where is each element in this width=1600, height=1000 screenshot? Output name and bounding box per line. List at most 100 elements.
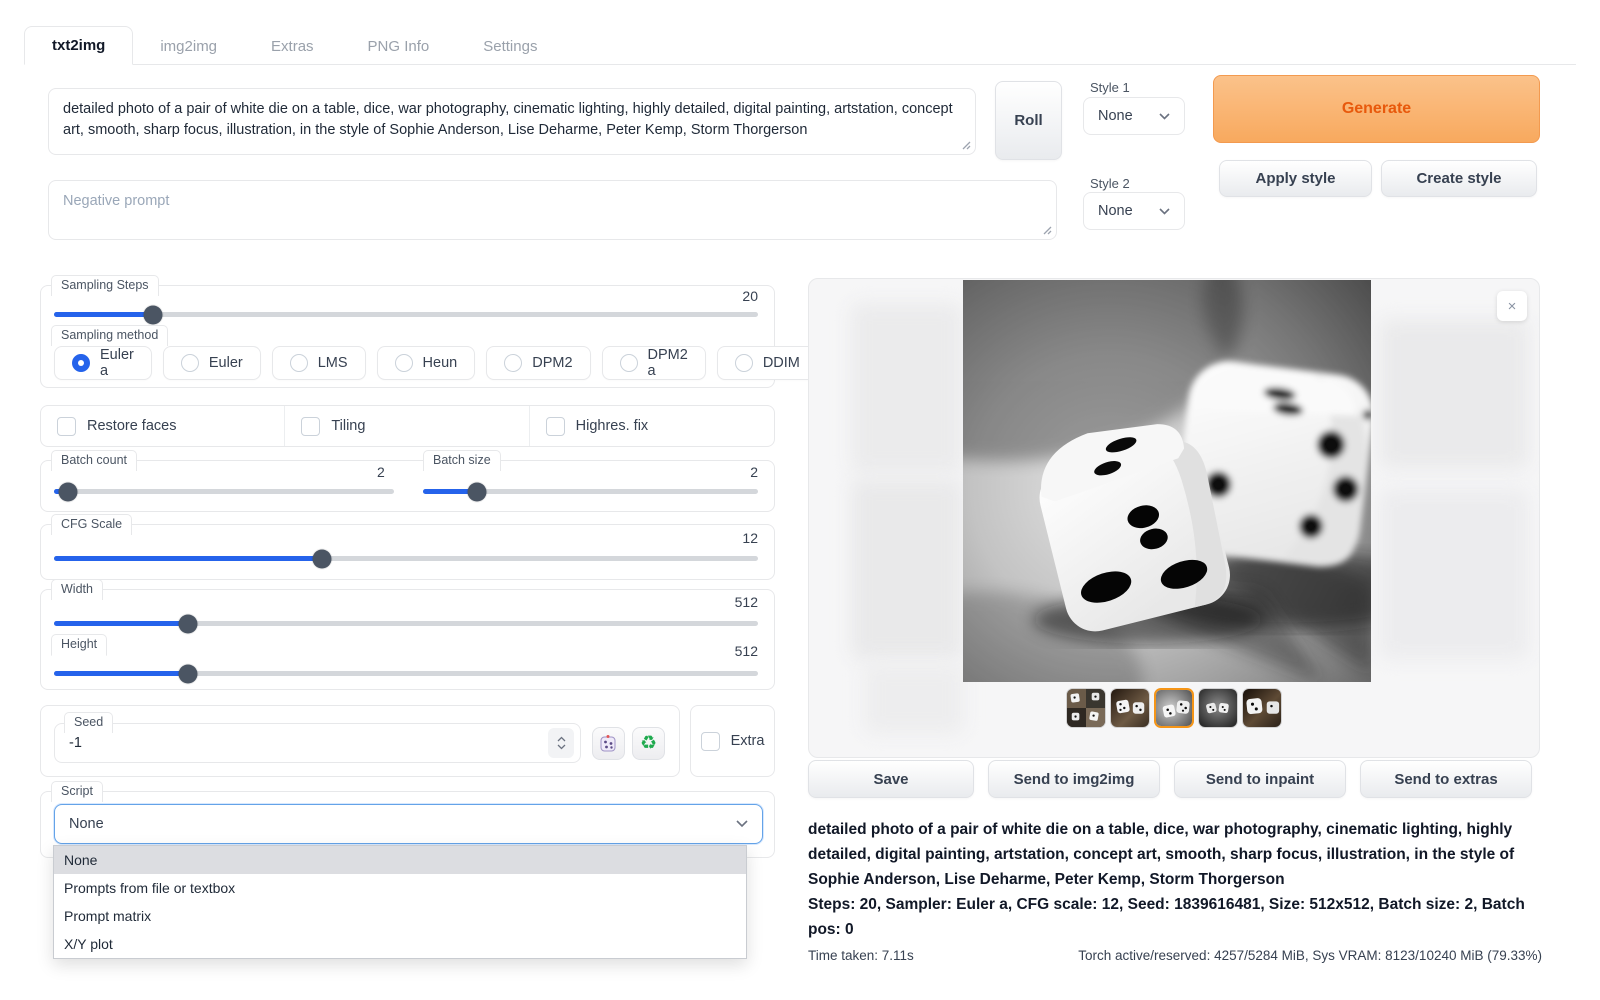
tab-txt2img[interactable]: txt2img [24, 26, 133, 65]
checkbox[interactable] [701, 732, 720, 751]
tab-png-info[interactable]: PNG Info [341, 28, 457, 65]
thumbnail-1[interactable] [1066, 688, 1106, 728]
blurred-thumbnail [851, 479, 963, 659]
radio-lms[interactable]: LMS [272, 346, 366, 380]
send-to-img2img-button[interactable]: Send to img2img [988, 760, 1160, 798]
restore-faces-toggle[interactable]: Restore faces [41, 406, 285, 446]
sampling-steps-value: 20 [742, 288, 758, 304]
tiling-toggle[interactable]: Tiling [285, 406, 529, 446]
radio-euler-a[interactable]: Euler a [54, 346, 152, 380]
script-dropdown-menu: None Prompts from file or textbox Prompt… [53, 845, 747, 959]
create-style-button[interactable]: Create style [1381, 160, 1537, 197]
radio-euler[interactable]: Euler [163, 346, 261, 380]
tab-img2img[interactable]: img2img [133, 28, 244, 65]
script-option-none[interactable]: None [54, 846, 746, 874]
chevron-down-icon [1159, 113, 1170, 120]
highres-fix-toggle[interactable]: Highres. fix [530, 406, 774, 446]
radio-label: Euler a [100, 347, 134, 379]
generate-button[interactable]: Generate [1213, 75, 1540, 143]
generated-image[interactable] [963, 280, 1371, 682]
style2-value: None [1098, 203, 1133, 219]
reuse-seed-button[interactable]: ♻ [632, 727, 665, 760]
slider-thumb[interactable] [178, 664, 197, 683]
save-button[interactable]: Save [808, 760, 974, 798]
batch-size-slider[interactable] [423, 489, 758, 494]
width-slider[interactable] [54, 621, 758, 626]
radio-dot [290, 354, 308, 372]
tab-extras[interactable]: Extras [244, 28, 341, 65]
script-label: Script [51, 781, 103, 802]
radio-label: Euler [209, 355, 243, 371]
sampling-steps-slider[interactable] [54, 312, 758, 317]
sampling-steps-label: Sampling Steps [51, 275, 159, 296]
sampling-method-label: Sampling method [51, 325, 168, 346]
radio-label: DPM2 [532, 355, 572, 371]
output-prompt-text: detailed photo of a pair of white die on… [808, 817, 1542, 892]
radio-ddim[interactable]: DDIM [717, 346, 818, 380]
width-value: 512 [735, 594, 758, 610]
checkbox-label: Tiling [331, 418, 365, 434]
style2-select[interactable]: None [1083, 192, 1185, 230]
chevron-down-icon [1159, 208, 1170, 215]
extra-seed-panel[interactable]: Extra [690, 705, 775, 777]
thumbnail-2[interactable] [1110, 688, 1150, 728]
slider-thumb[interactable] [312, 549, 331, 568]
size-panel: Width 512 Height 512 [40, 589, 775, 690]
gallery-thumbnails [1066, 688, 1282, 728]
apply-style-button[interactable]: Apply style [1219, 160, 1372, 197]
sampling-method-group: Euler a Euler LMS Heun DPM2 DPM2 a DDIM … [54, 346, 932, 380]
radio-label: DPM2 a [648, 347, 688, 379]
batch-count-slider[interactable] [54, 489, 394, 494]
slider-thumb[interactable] [58, 482, 77, 501]
random-seed-button[interactable] [592, 727, 625, 760]
checkbox-label: Highres. fix [576, 418, 649, 434]
thumbnail-4[interactable] [1198, 688, 1238, 728]
radio-dpm2-a[interactable]: DPM2 a [602, 346, 706, 380]
generation-info: detailed photo of a pair of white die on… [808, 817, 1542, 963]
blurred-thumbnail [1379, 489, 1529, 659]
prompt-input[interactable]: detailed photo of a pair of white die on… [48, 88, 976, 155]
slider-thumb[interactable] [178, 614, 197, 633]
recycle-icon: ♻ [640, 734, 657, 753]
seed-field: Seed [54, 723, 581, 763]
checkbox-label: Extra [731, 733, 765, 749]
style2-label: Style 2 [1090, 176, 1130, 191]
blurred-thumbnail [1379, 319, 1529, 469]
slider-thumb[interactable] [143, 305, 162, 324]
checkbox[interactable] [57, 417, 76, 436]
extra-toggle[interactable]: Extra [701, 732, 765, 751]
radio-label: LMS [318, 355, 348, 371]
style1-select[interactable]: None [1083, 97, 1185, 135]
chevron-up-icon [557, 736, 566, 742]
radio-dpm2[interactable]: DPM2 [486, 346, 590, 380]
script-option-xy-plot[interactable]: X/Y plot [54, 930, 746, 958]
radio-dot [620, 354, 638, 372]
negative-prompt-input[interactable] [48, 180, 1057, 240]
radio-heun[interactable]: Heun [377, 346, 476, 380]
slider-thumb[interactable] [467, 482, 486, 501]
batch-panel: Batch count 2 Batch size 2 [40, 460, 775, 512]
thumbnail-5[interactable] [1242, 688, 1282, 728]
seed-input[interactable] [54, 723, 581, 763]
batch-size-label: Batch size [423, 450, 501, 471]
tab-settings[interactable]: Settings [456, 28, 564, 65]
script-option-prompts-from-file[interactable]: Prompts from file or textbox [54, 874, 746, 902]
script-option-prompt-matrix[interactable]: Prompt matrix [54, 902, 746, 930]
radio-dot [395, 354, 413, 372]
style1-label: Style 1 [1090, 80, 1130, 95]
thumbnail-3-selected[interactable] [1154, 688, 1194, 728]
checkbox-label: Restore faces [87, 418, 176, 434]
roll-button[interactable]: Roll [995, 81, 1062, 160]
output-footer: Time taken: 7.11s Torch active/reserved:… [808, 948, 1542, 963]
height-slider[interactable] [54, 671, 758, 676]
script-select[interactable]: None [54, 804, 763, 844]
send-to-inpaint-button[interactable]: Send to inpaint [1174, 760, 1346, 798]
send-to-extras-button[interactable]: Send to extras [1360, 760, 1532, 798]
checkbox[interactable] [546, 417, 565, 436]
seed-stepper[interactable] [548, 728, 574, 758]
checkbox[interactable] [301, 417, 320, 436]
negative-prompt-box [48, 180, 1057, 240]
batch-count-value: 2 [377, 464, 385, 480]
cfg-scale-slider[interactable] [54, 556, 758, 561]
close-gallery-button[interactable]: × [1497, 291, 1527, 321]
